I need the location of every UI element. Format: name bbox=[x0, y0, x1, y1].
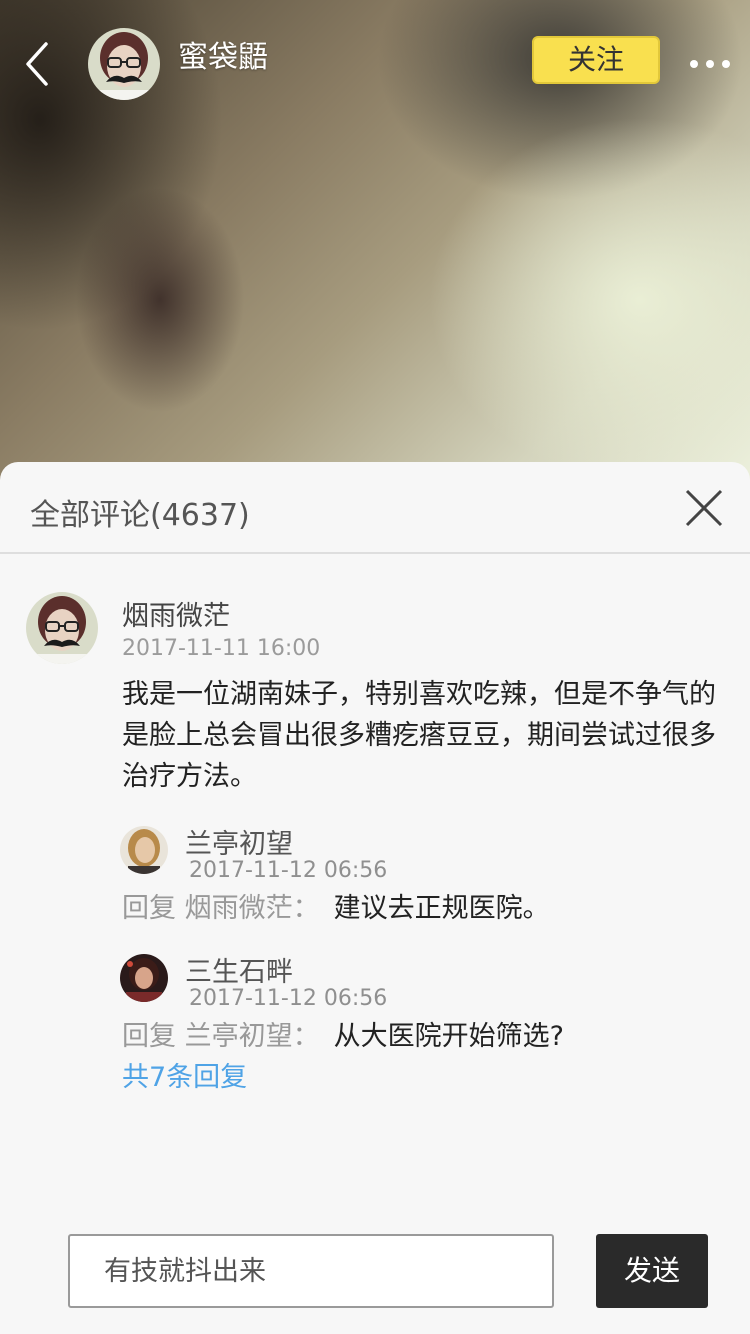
comment-text: 我是一位湖南妹子，特别喜欢吃辣，但是不争气的是脸上总会冒出很多糟疙瘩豆豆，期间尝… bbox=[122, 679, 716, 792]
comment-author[interactable]: 烟雨微茫 bbox=[122, 594, 230, 633]
comment-time: 2017-11-11 16:00 bbox=[122, 636, 321, 661]
reply-time: 2017-11-12 06:56 bbox=[189, 986, 388, 1011]
reply-prefix[interactable]: 回复 烟雨微茫： bbox=[122, 893, 320, 924]
comments-header: 全部评论(4637) bbox=[0, 462, 750, 554]
reply-line: 回复 烟雨微茫： 建议去正规医院。 bbox=[122, 886, 550, 925]
reply-text: 建议去正规医院。 bbox=[333, 893, 550, 924]
close-icon[interactable] bbox=[684, 488, 724, 528]
reply-avatar[interactable] bbox=[120, 954, 168, 1002]
user-name[interactable]: 蜜袋鼯 bbox=[178, 32, 268, 76]
reply-prefix[interactable]: 回复 兰亭初望： bbox=[122, 1021, 320, 1052]
user-avatar[interactable] bbox=[88, 28, 160, 100]
reply-time: 2017-11-12 06:56 bbox=[189, 858, 388, 883]
chevron-left-icon[interactable] bbox=[18, 38, 58, 90]
follow-button[interactable]: 关注 bbox=[532, 36, 660, 84]
comments-title: 全部评论(4637) bbox=[30, 498, 250, 533]
reply-text: 从大医院开始筛选? bbox=[333, 1021, 564, 1052]
reply-author[interactable]: 三生石畔 bbox=[185, 950, 293, 989]
send-button[interactable]: 发送 bbox=[596, 1234, 708, 1308]
comment-input[interactable] bbox=[68, 1234, 554, 1308]
more-replies-link[interactable]: 共7条回复 bbox=[122, 1055, 247, 1094]
more-dots-icon[interactable] bbox=[688, 52, 732, 76]
reply-avatar[interactable] bbox=[120, 826, 168, 874]
comment-avatar[interactable] bbox=[26, 592, 98, 664]
reply-author[interactable]: 兰亭初望 bbox=[185, 822, 293, 861]
top-bar: 蜜袋鼯 关注 bbox=[0, 0, 750, 110]
reply-line: 回复 兰亭初望： 从大医院开始筛选? bbox=[122, 1014, 564, 1053]
